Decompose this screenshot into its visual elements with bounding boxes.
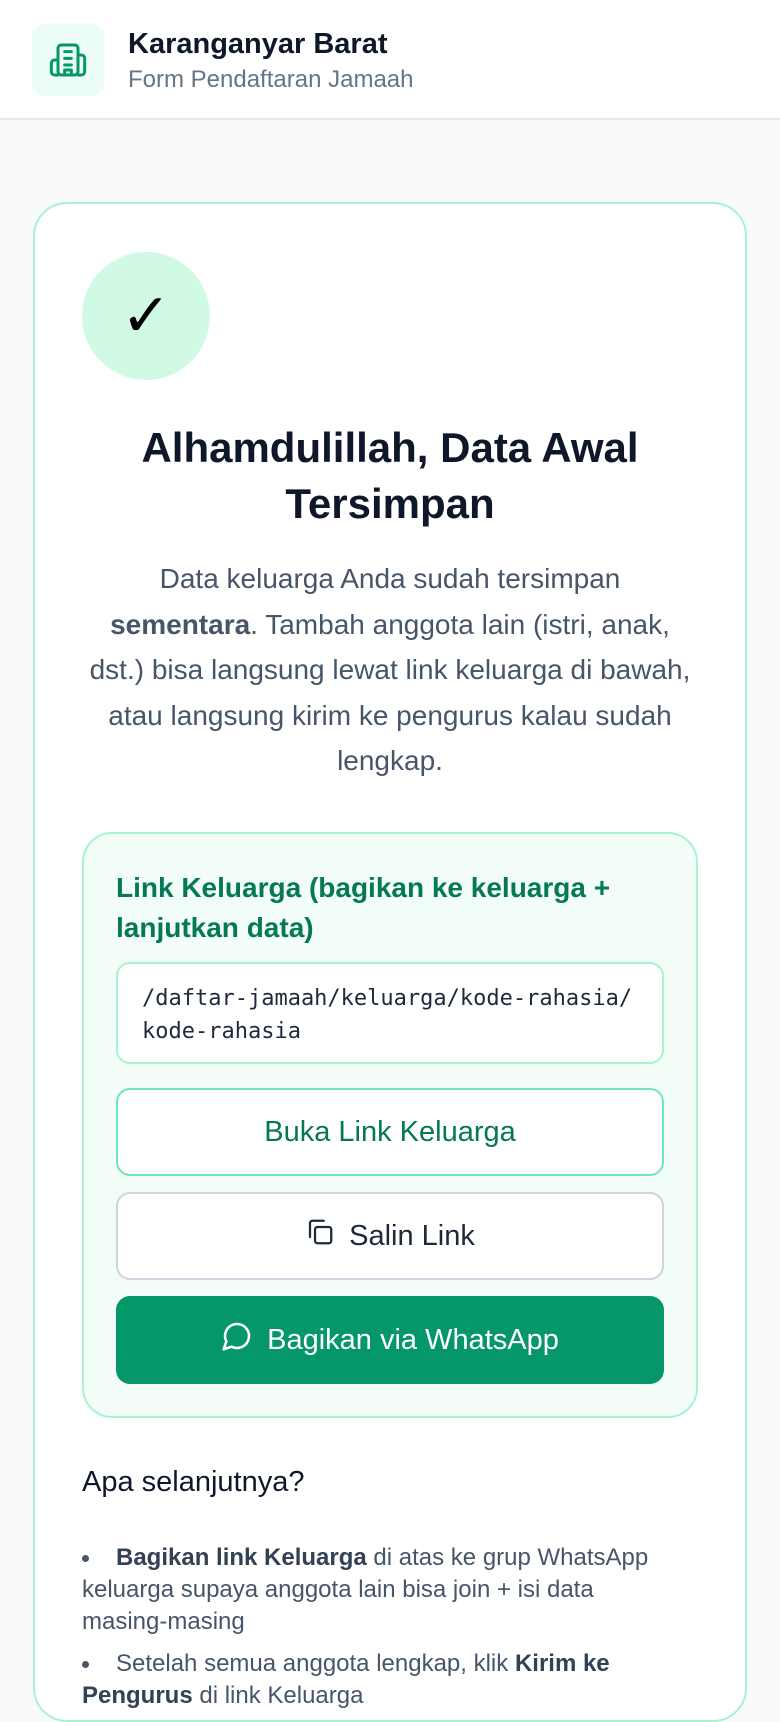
- header-subtitle: Form Pendaftaran Jamaah: [128, 66, 414, 93]
- copy-icon: [305, 1217, 335, 1255]
- open-family-link-button[interactable]: Buka Link Keluarga: [116, 1088, 664, 1176]
- success-heading: Alhamdulillah, Data Awal Tersimpan: [141, 424, 639, 527]
- step2-text: Setelah semua anggota lengkap, klik: [116, 1650, 515, 1677]
- share-whatsapp-button[interactable]: Bagikan via WhatsApp: [116, 1296, 664, 1384]
- success-description: Data keluarga Anda sudah tersimpan semen…: [84, 556, 696, 784]
- whatsapp-chat-icon: [221, 1320, 253, 1360]
- list-item: Setelah semua anggota lengkap, klik Kiri…: [82, 1648, 682, 1712]
- next-steps-title: Apa selanjutnya?: [82, 1466, 305, 1498]
- desc-text: Data keluarga Anda sudah tersimpan: [159, 563, 621, 594]
- list-item: Bagikan link Keluarga di atas ke grup Wh…: [82, 1542, 682, 1638]
- check-icon: ✓: [82, 252, 210, 380]
- open-family-link-label: Buka Link Keluarga: [264, 1115, 516, 1148]
- header-title: Karanganyar Barat: [128, 28, 388, 60]
- copy-link-label: Salin Link: [349, 1219, 475, 1252]
- step2-text-rest: di link Keluarga: [192, 1682, 364, 1709]
- share-whatsapp-label: Bagikan via WhatsApp: [267, 1323, 559, 1356]
- copy-link-button[interactable]: Salin Link: [116, 1192, 664, 1280]
- bullet-icon: [82, 1661, 89, 1668]
- family-link-label: Link Keluarga (bagikan ke keluarga + lan…: [116, 872, 611, 943]
- app-header: Karanganyar Barat Form Pendaftaran Jamaa…: [0, 0, 780, 120]
- step1-bold: Bagikan link Keluarga: [116, 1544, 367, 1571]
- next-steps-list: Bagikan link Keluarga di atas ke grup Wh…: [82, 1542, 682, 1722]
- desc-bold: sementara: [110, 608, 251, 640]
- bullet-icon: [82, 1555, 89, 1562]
- building-icon: [32, 24, 104, 96]
- family-link-field[interactable]: /daftar-jamaah/keluarga/kode-rahasia/kod…: [116, 962, 664, 1064]
